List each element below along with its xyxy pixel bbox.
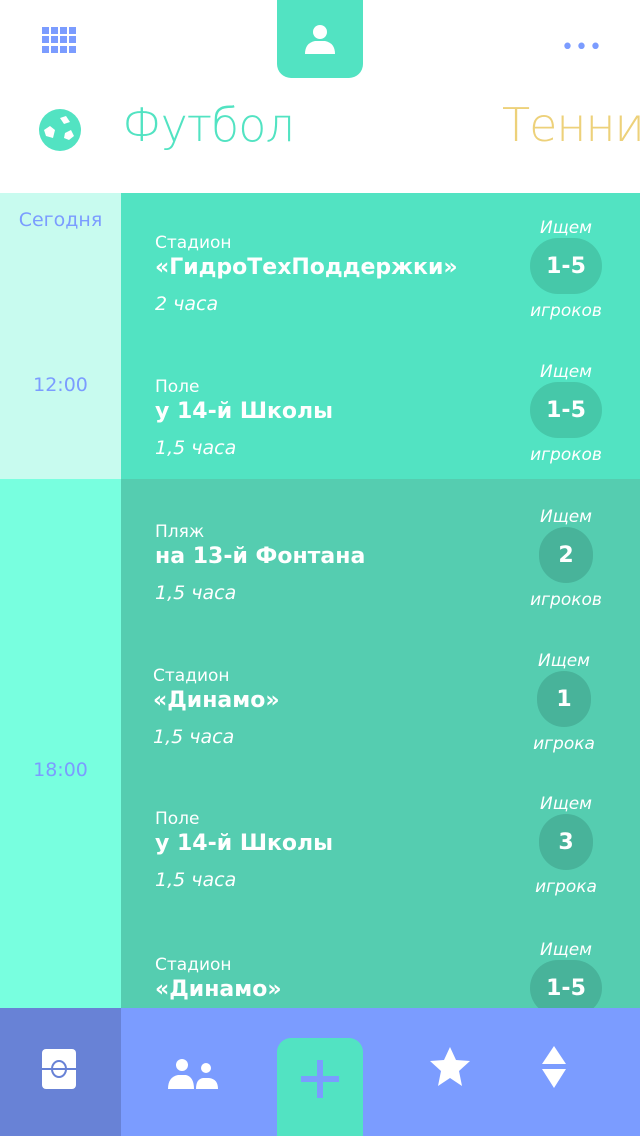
players-label: игроков xyxy=(530,445,602,465)
players-label: игроков xyxy=(530,301,602,321)
venue-type: Стадион xyxy=(153,666,230,686)
time-column-evening xyxy=(0,479,121,1008)
grid-menu-icon[interactable] xyxy=(42,27,76,53)
add-game-button[interactable] xyxy=(277,1038,363,1136)
venue-name: «Динамо» xyxy=(155,977,282,1002)
game-card[interactable]: Стадион «ГидроТехПоддержки» 2 часа Ищем … xyxy=(121,218,640,373)
game-duration: 1,5 часа xyxy=(153,726,235,748)
game-card[interactable]: Поле у 14-й Школы 1,5 часа Ищем 3 игрока xyxy=(121,794,640,949)
players-needed-badge: 2 xyxy=(539,527,593,583)
seeking-label: Ищем xyxy=(537,651,590,671)
sort-icon xyxy=(542,1046,566,1088)
bottom-tab-bar xyxy=(0,1008,640,1136)
sport-title[interactable]: Футбол xyxy=(122,98,295,152)
plus-icon xyxy=(301,1060,339,1098)
top-bar: ••• Футбол Тенни xyxy=(0,0,640,193)
profile-button[interactable] xyxy=(277,0,363,78)
seeking-label: Ищем xyxy=(539,218,592,238)
game-duration: 1,5 часа xyxy=(155,869,237,891)
time-column-noon xyxy=(0,193,121,479)
time-slot-label: 12:00 xyxy=(33,374,88,396)
players-needed-badge: 3 xyxy=(539,814,593,870)
game-card[interactable]: Стадион «Динамо» 1,5 часа Ищем 1 игрока xyxy=(119,651,638,806)
players-label: игроков xyxy=(530,590,602,610)
players-needed-badge: 1-5 xyxy=(530,238,602,294)
game-duration: 2 часа xyxy=(155,293,219,315)
soccer-ball-icon xyxy=(39,109,81,151)
seeking-label: Ищем xyxy=(539,507,592,527)
tab-fields[interactable] xyxy=(0,1008,121,1136)
tab-sort[interactable] xyxy=(542,1046,566,1092)
user-icon xyxy=(305,25,335,54)
venue-type: Пляж xyxy=(155,522,205,542)
tab-friends[interactable] xyxy=(168,1058,222,1096)
field-icon xyxy=(42,1049,76,1089)
players-label: игрока xyxy=(535,877,597,897)
players-needed-badge: 1-5 xyxy=(530,382,602,438)
more-dots-icon[interactable]: ••• xyxy=(561,37,603,59)
seeking-label: Ищем xyxy=(539,794,592,814)
next-sport-tab[interactable]: Тенни xyxy=(502,98,640,152)
seeking-label: Ищем xyxy=(539,362,592,382)
today-label: Сегодня xyxy=(18,209,103,231)
venue-name: у 14-й Школы xyxy=(155,399,334,424)
seeking-label: Ищем xyxy=(539,940,592,960)
friends-icon xyxy=(168,1059,218,1089)
venue-name: «Динамо» xyxy=(153,688,280,713)
venue-type: Поле xyxy=(155,377,200,397)
game-duration: 1,5 часа xyxy=(155,437,237,459)
venue-type: Поле xyxy=(155,809,200,829)
game-card[interactable]: Пляж на 13-й Фонтана 1,5 часа Ищем 2 игр… xyxy=(121,507,640,662)
venue-name: на 13-й Фонтана xyxy=(155,544,366,569)
players-label: игрока xyxy=(533,734,595,754)
venue-name: «ГидроТехПоддержки» xyxy=(155,255,458,280)
star-icon xyxy=(430,1047,470,1086)
venue-name: у 14-й Школы xyxy=(155,831,334,856)
game-card[interactable]: Поле у 14-й Школы 1,5 часа Ищем 1-5 игро… xyxy=(121,362,640,517)
venue-type: Стадион xyxy=(155,233,232,253)
venue-type: Стадион xyxy=(155,955,232,975)
players-needed-badge: 1 xyxy=(537,671,591,727)
tab-favorites[interactable] xyxy=(428,1046,472,1092)
time-slot-label: 18:00 xyxy=(33,759,88,781)
game-duration: 1,5 часа xyxy=(155,582,237,604)
